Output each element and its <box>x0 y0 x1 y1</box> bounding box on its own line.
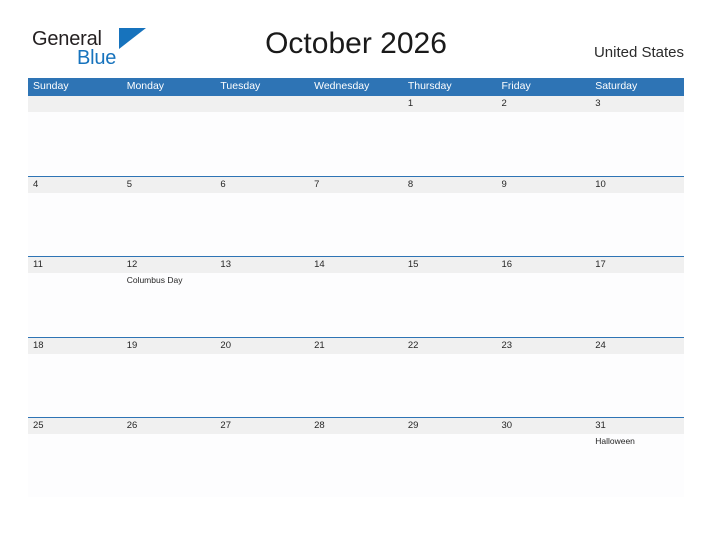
day-cell[interactable] <box>403 354 497 417</box>
date-number[interactable]: 12 <box>122 257 216 273</box>
day-cell[interactable]: Halloween <box>590 434 684 497</box>
day-header-tuesday: Tuesday <box>220 80 261 92</box>
date-number[interactable]: 9 <box>497 177 591 193</box>
calendar-week-row: 1 2 3 <box>28 95 684 176</box>
date-number[interactable]: 17 <box>590 257 684 273</box>
date-number[interactable] <box>28 96 122 112</box>
day-cell[interactable] <box>403 273 497 336</box>
date-number[interactable]: 14 <box>309 257 403 273</box>
week-date-band: 1 2 3 <box>28 96 684 112</box>
week-event-band: Halloween <box>28 434 684 497</box>
day-cell[interactable] <box>497 354 591 417</box>
day-header-sunday: Sunday <box>33 80 69 92</box>
week-date-band: 11 12 13 14 15 16 17 <box>28 257 684 273</box>
day-cell[interactable] <box>28 112 122 175</box>
date-number[interactable]: 10 <box>590 177 684 193</box>
day-cell[interactable] <box>590 112 684 175</box>
day-cell[interactable] <box>28 273 122 336</box>
day-cell[interactable] <box>309 112 403 175</box>
week-date-band: 18 19 20 21 22 23 24 <box>28 337 684 354</box>
date-number[interactable]: 28 <box>309 418 403 434</box>
week-date-band: 4 5 6 7 8 9 10 <box>28 176 684 193</box>
date-number[interactable]: 7 <box>309 177 403 193</box>
day-cell[interactable] <box>215 112 309 175</box>
day-cell[interactable] <box>215 193 309 256</box>
date-number[interactable]: 18 <box>28 338 122 354</box>
calendar-week-row: 18 19 20 21 22 23 24 <box>28 336 684 418</box>
date-number[interactable]: 19 <box>122 338 216 354</box>
calendar-week-row: 4 5 6 7 8 9 10 <box>28 175 684 257</box>
week-event-band: Columbus Day <box>28 273 684 336</box>
week-date-band: 25 26 27 28 29 30 31 <box>28 418 684 434</box>
event-label: Columbus Day <box>126 275 183 285</box>
country-label: United States <box>593 44 684 61</box>
day-cell[interactable] <box>215 434 309 497</box>
date-number[interactable]: 3 <box>590 96 684 112</box>
date-number[interactable]: 20 <box>215 338 309 354</box>
day-cell[interactable] <box>309 434 403 497</box>
date-number[interactable]: 27 <box>215 418 309 434</box>
date-number[interactable]: 31 <box>590 418 684 434</box>
date-number[interactable]: 22 <box>403 338 497 354</box>
date-number[interactable]: 29 <box>403 418 497 434</box>
date-number[interactable]: 25 <box>28 418 122 434</box>
page-header: General Blue October 2026 United States <box>0 0 712 76</box>
day-cell[interactable] <box>122 354 216 417</box>
calendar-week-row: 11 12 13 14 15 16 17 Columbus Day <box>28 256 684 337</box>
date-number[interactable]: 5 <box>122 177 216 193</box>
day-cell[interactable] <box>497 273 591 336</box>
day-cell[interactable] <box>497 434 591 497</box>
day-cell[interactable] <box>309 273 403 336</box>
day-header-thursday: Thursday <box>407 80 452 92</box>
day-cell[interactable] <box>403 112 497 175</box>
date-number[interactable]: 2 <box>497 96 591 112</box>
date-number[interactable]: 24 <box>590 338 684 354</box>
day-cell[interactable] <box>309 354 403 417</box>
date-number[interactable]: 1 <box>403 96 497 112</box>
week-event-band <box>28 112 684 175</box>
date-number[interactable] <box>309 96 403 112</box>
date-number[interactable]: 16 <box>497 257 591 273</box>
date-number[interactable]: 23 <box>497 338 591 354</box>
day-cell[interactable] <box>497 193 591 256</box>
date-number[interactable] <box>215 96 309 112</box>
day-cell[interactable] <box>28 193 122 256</box>
day-cell[interactable] <box>497 112 591 175</box>
day-cell[interactable] <box>28 354 122 417</box>
day-cell[interactable] <box>590 193 684 256</box>
date-number[interactable]: 15 <box>403 257 497 273</box>
day-header-saturday: Saturday <box>595 80 638 92</box>
date-number[interactable]: 8 <box>403 177 497 193</box>
day-cell[interactable] <box>215 273 309 336</box>
calendar-page: General Blue October 2026 United States … <box>0 0 712 550</box>
day-cell[interactable] <box>215 354 309 417</box>
calendar-week-row: 25 26 27 28 29 30 31 Halloween <box>28 417 684 498</box>
date-number[interactable]: 6 <box>215 177 309 193</box>
day-cell[interactable] <box>309 193 403 256</box>
week-event-band <box>28 353 684 417</box>
day-header-friday: Friday <box>501 80 531 92</box>
date-number[interactable]: 26 <box>122 418 216 434</box>
day-cell[interactable] <box>28 434 122 497</box>
date-number[interactable] <box>122 96 216 112</box>
day-of-week-header-row: Sunday Monday Tuesday Wednesday Thursday… <box>28 78 684 95</box>
date-number[interactable]: 13 <box>215 257 309 273</box>
date-number[interactable]: 11 <box>28 257 122 273</box>
date-number[interactable]: 21 <box>309 338 403 354</box>
day-cell[interactable] <box>122 112 216 175</box>
day-cell[interactable] <box>403 434 497 497</box>
day-cell[interactable] <box>122 193 216 256</box>
day-cell[interactable] <box>403 193 497 256</box>
day-header-wednesday: Wednesday <box>314 80 370 92</box>
week-event-band <box>28 192 684 256</box>
day-cell[interactable] <box>590 273 684 336</box>
calendar-grid: Sunday Monday Tuesday Wednesday Thursday… <box>28 78 684 498</box>
event-label: Halloween <box>595 436 635 446</box>
date-number[interactable]: 4 <box>28 177 122 193</box>
day-header-monday: Monday <box>126 80 165 92</box>
day-cell[interactable] <box>122 434 216 497</box>
day-cell[interactable] <box>590 354 684 417</box>
date-number[interactable]: 30 <box>497 418 591 434</box>
day-cell[interactable]: Columbus Day <box>122 273 216 336</box>
